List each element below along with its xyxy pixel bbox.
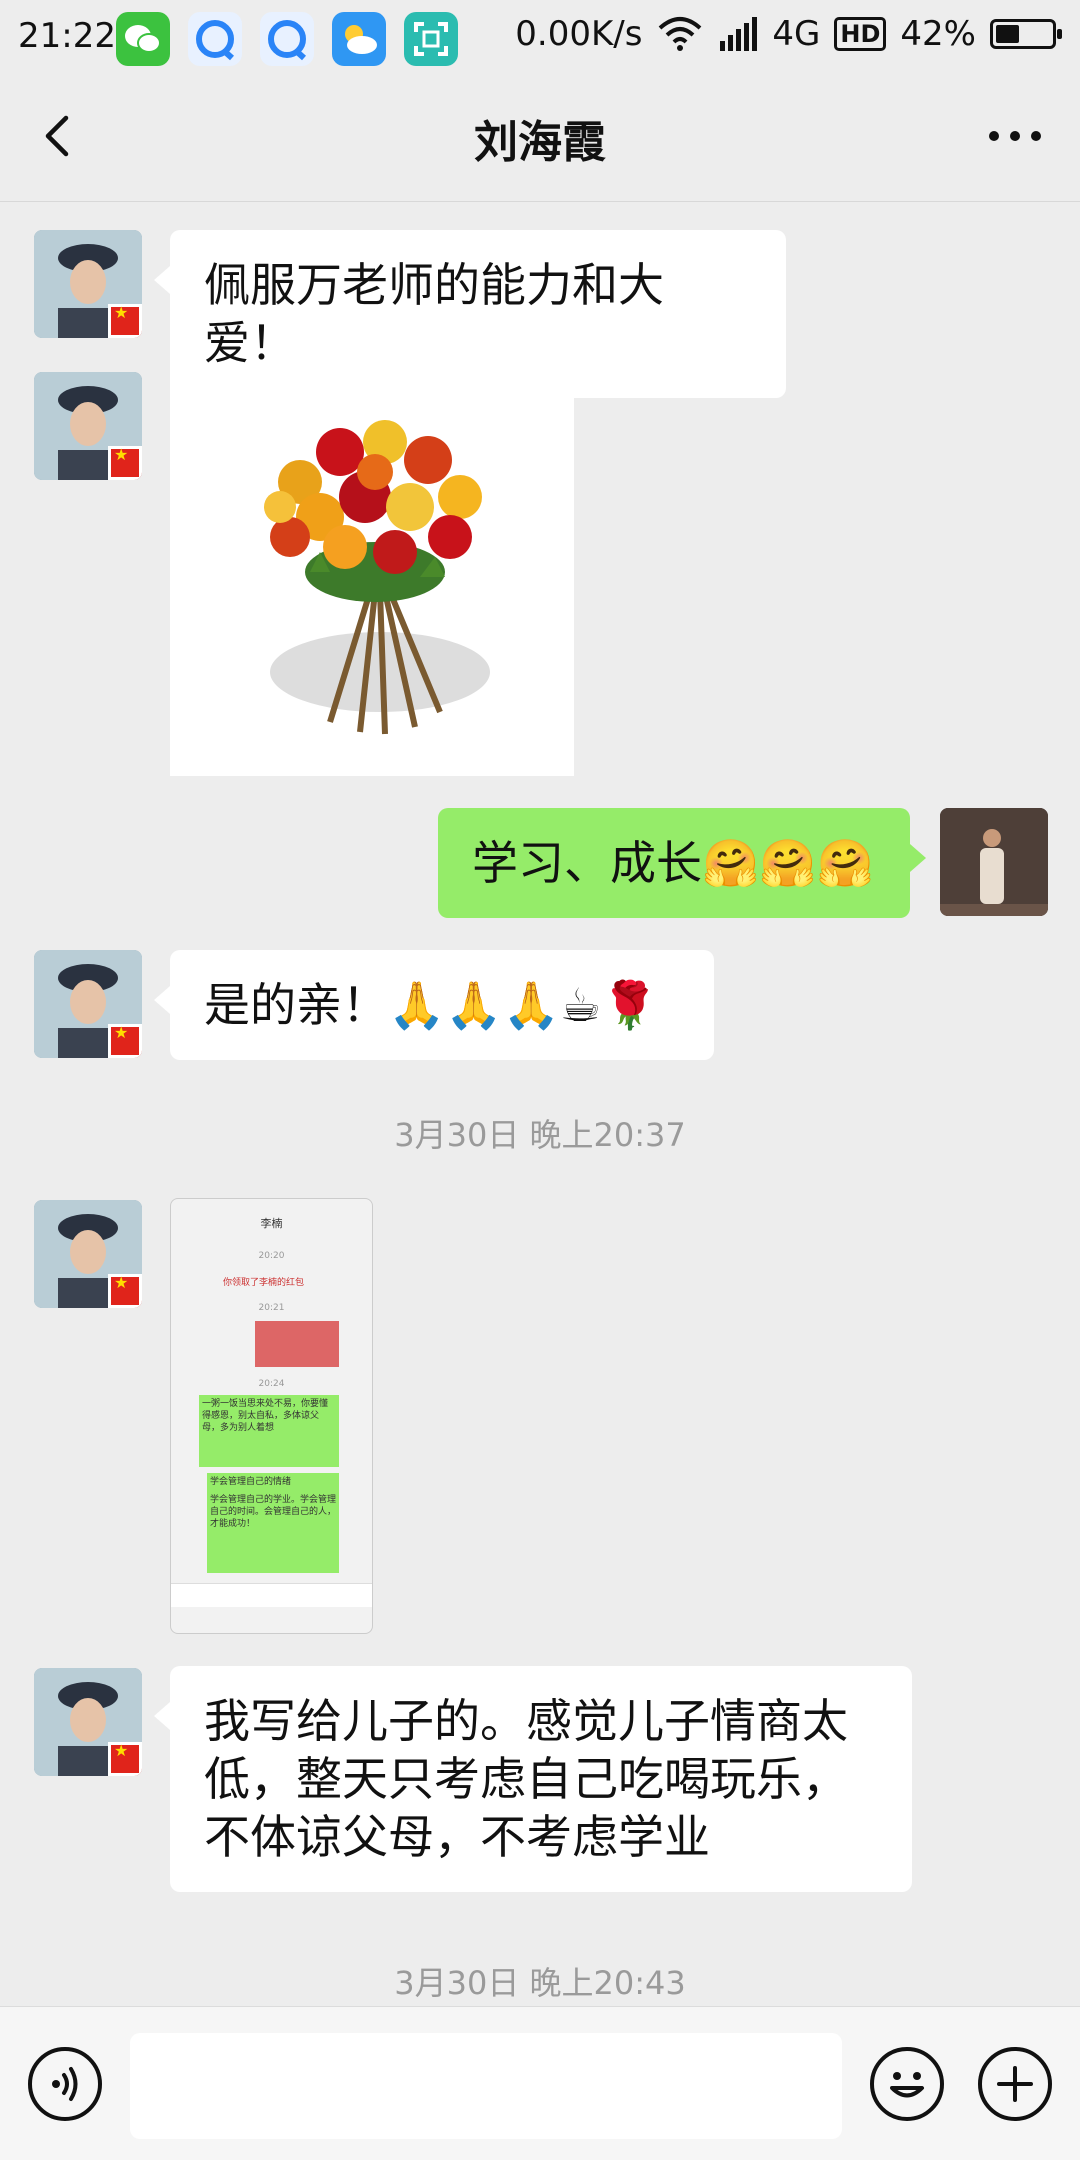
timestamp: 3月30日 晚上20:37 xyxy=(394,1116,686,1154)
status-indicators: 0.00K/s 4G HD 42% xyxy=(515,14,1062,54)
status-bar: 21:22 0.00K/s 4G HD 42% xyxy=(0,0,1080,76)
flower-bouquet-image[interactable] xyxy=(170,372,574,776)
thumb-message-body: 学会管理自己的学业。学会管理自己的时间。会管理自己的人，才能成功！ xyxy=(210,1495,337,1529)
thumb-red-packet: 你领取了李楠的红包 xyxy=(223,1278,305,1288)
contact-avatar[interactable] xyxy=(34,950,142,1058)
hd-badge: HD xyxy=(834,17,887,51)
flag-badge xyxy=(108,1741,142,1776)
contact-avatar[interactable] xyxy=(34,230,142,338)
plus-icon xyxy=(997,2066,1033,2102)
contact-avatar[interactable] xyxy=(34,1668,142,1776)
thumb-title: 李楠 xyxy=(260,1217,283,1230)
battery-percent: 42% xyxy=(900,14,976,54)
thumb-message-2: 学会管理自己的情绪 学会管理自己的学业。学会管理自己的时间。会管理自己的人，才能… xyxy=(207,1473,339,1573)
my-avatar[interactable] xyxy=(940,808,1048,916)
qq-browser-icon xyxy=(188,12,242,66)
emoji-button[interactable] xyxy=(870,2047,944,2121)
more-button[interactable] xyxy=(980,106,1050,166)
contact-avatar[interactable] xyxy=(34,372,142,480)
more-dots-icon xyxy=(989,131,1041,141)
qq-browser-icon-2 xyxy=(260,12,314,66)
network-type: 4G xyxy=(772,14,821,54)
voice-button[interactable] xyxy=(28,2047,102,2121)
message-bubble[interactable]: 是的亲！🙏🙏🙏☕🌹 xyxy=(154,950,714,1060)
message-input[interactable] xyxy=(130,2033,842,2139)
thumb-message: 一粥一饭当思来处不易，你要懂得感恩，别太自私，多体谅父母，多为别人着想 xyxy=(199,1395,339,1467)
wechat-icon xyxy=(116,12,170,66)
emoji-icon xyxy=(890,2072,924,2098)
plus-button[interactable] xyxy=(978,2047,1052,2121)
weather-icon xyxy=(332,12,386,66)
contact-avatar[interactable] xyxy=(34,1200,142,1308)
flag-badge xyxy=(108,1273,142,1308)
thumb-time: 20:21 xyxy=(258,1303,285,1313)
thumb-input-bar xyxy=(171,1583,372,1607)
thumb-photo xyxy=(255,1321,339,1367)
flag-badge xyxy=(108,1023,142,1058)
thumb-time: 20:24 xyxy=(258,1379,285,1389)
sent-message-bubble[interactable]: 学习、成长🤗🤗🤗 xyxy=(438,808,926,918)
thumb-message-title: 学会管理自己的情绪 xyxy=(210,1477,292,1487)
chat-title: 刘海霞 xyxy=(474,117,606,168)
flag-badge xyxy=(108,445,142,480)
net-speed: 0.00K/s xyxy=(515,14,643,54)
input-bar xyxy=(0,2006,1080,2160)
message-bubble[interactable]: 我写给儿子的。感觉儿子情商太低，整天只考虑自己吃喝玩乐，不体谅父母，不考虑学业 xyxy=(154,1666,912,1892)
voice-icon xyxy=(52,2067,78,2101)
status-time: 21:22 xyxy=(18,16,116,56)
chat-screenshot-image[interactable]: 李楠 20:20 你领取了李楠的红包 20:21 20:24 一粥一饭当思来处不… xyxy=(170,1198,373,1634)
chat-header: 刘海霞 xyxy=(0,76,1080,202)
battery-icon xyxy=(990,19,1062,49)
thumb-time: 20:20 xyxy=(258,1251,285,1261)
timestamp: 3月30日 晚上20:43 xyxy=(394,1964,686,2002)
wifi-icon xyxy=(659,17,702,51)
scan-icon xyxy=(404,12,458,66)
signal-icon xyxy=(720,17,758,51)
flag-badge xyxy=(108,303,142,338)
